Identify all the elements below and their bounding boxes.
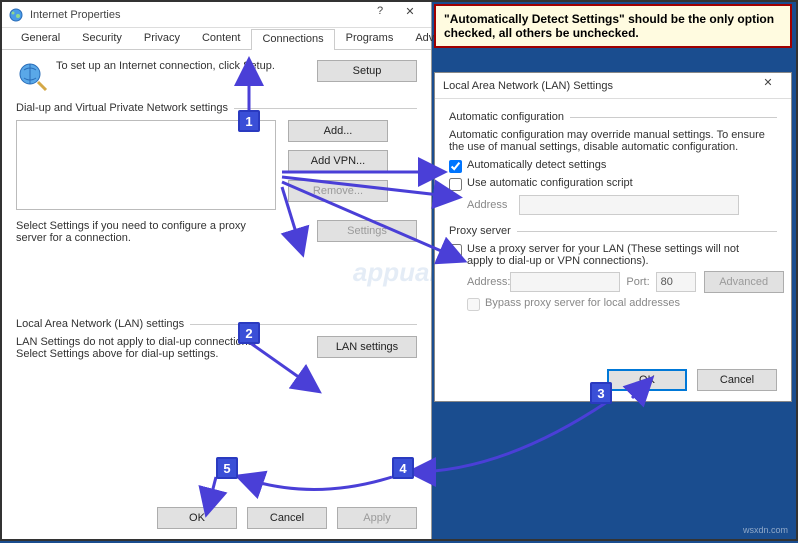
tab-privacy[interactable]: Privacy	[133, 28, 191, 49]
settings-button: Settings	[317, 220, 417, 242]
apply-button: Apply	[337, 507, 417, 529]
lan-cancel-button[interactable]: Cancel	[697, 369, 777, 391]
tab-programs[interactable]: Programs	[335, 28, 405, 49]
auto-script-checkbox[interactable]	[449, 178, 462, 191]
auto-script-label: Use automatic configuration script	[467, 177, 633, 189]
step-marker-2: 2	[238, 322, 260, 344]
help-button[interactable]: ?	[365, 5, 395, 25]
proxy-address-input	[510, 272, 620, 292]
ip-titlebar: Internet Properties ? ✕	[2, 2, 431, 28]
setup-text: To set up an Internet connection, click …	[56, 60, 307, 72]
step-marker-4: 4	[392, 457, 414, 479]
lan-dialog: Local Area Network (LAN) Settings ✕ Auto…	[434, 72, 792, 402]
script-address-label: Address	[467, 199, 519, 211]
port-input	[656, 272, 696, 292]
step-marker-3: 3	[590, 382, 612, 404]
lan-settings-button[interactable]: LAN settings	[317, 336, 417, 358]
proxy-address-label: Address:	[467, 276, 510, 288]
auto-config-header: Automatic configuration	[449, 111, 564, 123]
tab-content[interactable]: Content	[191, 28, 252, 49]
add-button[interactable]: Add...	[288, 120, 388, 142]
script-address-input	[519, 195, 739, 215]
step-marker-1: 1	[238, 110, 260, 132]
lan-close-button[interactable]: ✕	[753, 76, 783, 96]
add-vpn-button[interactable]: Add VPN...	[288, 150, 388, 172]
use-proxy-label: Use a proxy server for your LAN (These s…	[467, 243, 767, 267]
globe-wand-icon	[16, 60, 48, 92]
instruction-callout: "Automatically Detect Settings" should b…	[434, 4, 792, 48]
watermark-url: wsxdn.com	[743, 525, 788, 535]
ip-title: Internet Properties	[30, 9, 365, 21]
use-proxy-checkbox[interactable]	[449, 244, 462, 257]
auto-detect-label: Automatically detect settings	[467, 159, 606, 171]
tab-security[interactable]: Security	[71, 28, 133, 49]
remove-button: Remove...	[288, 180, 388, 202]
tab-connections[interactable]: Connections	[251, 29, 334, 50]
select-settings-text: Select Settings if you need to configure…	[16, 220, 276, 244]
dialup-header: Dial-up and Virtual Private Network sett…	[16, 102, 228, 114]
step-marker-5: 5	[216, 457, 238, 479]
lan-header: Local Area Network (LAN) settings	[16, 318, 184, 330]
auto-detect-checkbox[interactable]	[449, 160, 462, 173]
lan-text: LAN Settings do not apply to dial-up con…	[16, 336, 276, 360]
lan-ok-button[interactable]: OK	[607, 369, 687, 391]
proxy-header: Proxy server	[449, 225, 511, 237]
auto-config-desc: Automatic configuration may override man…	[449, 129, 769, 153]
advanced-button: Advanced	[704, 271, 784, 293]
bypass-checkbox	[467, 298, 480, 311]
ok-button[interactable]: OK	[157, 507, 237, 529]
lan-title: Local Area Network (LAN) Settings	[443, 80, 753, 92]
close-button[interactable]: ✕	[395, 5, 425, 25]
internet-options-icon	[8, 7, 24, 23]
bypass-label: Bypass proxy server for local addresses	[485, 297, 680, 309]
cancel-button[interactable]: Cancel	[247, 507, 327, 529]
port-label: Port:	[626, 276, 649, 288]
ip-tabs: General Security Privacy Content Connect…	[2, 28, 431, 50]
connections-listbox[interactable]	[16, 120, 276, 210]
tab-general[interactable]: General	[10, 28, 71, 49]
setup-button[interactable]: Setup	[317, 60, 417, 82]
